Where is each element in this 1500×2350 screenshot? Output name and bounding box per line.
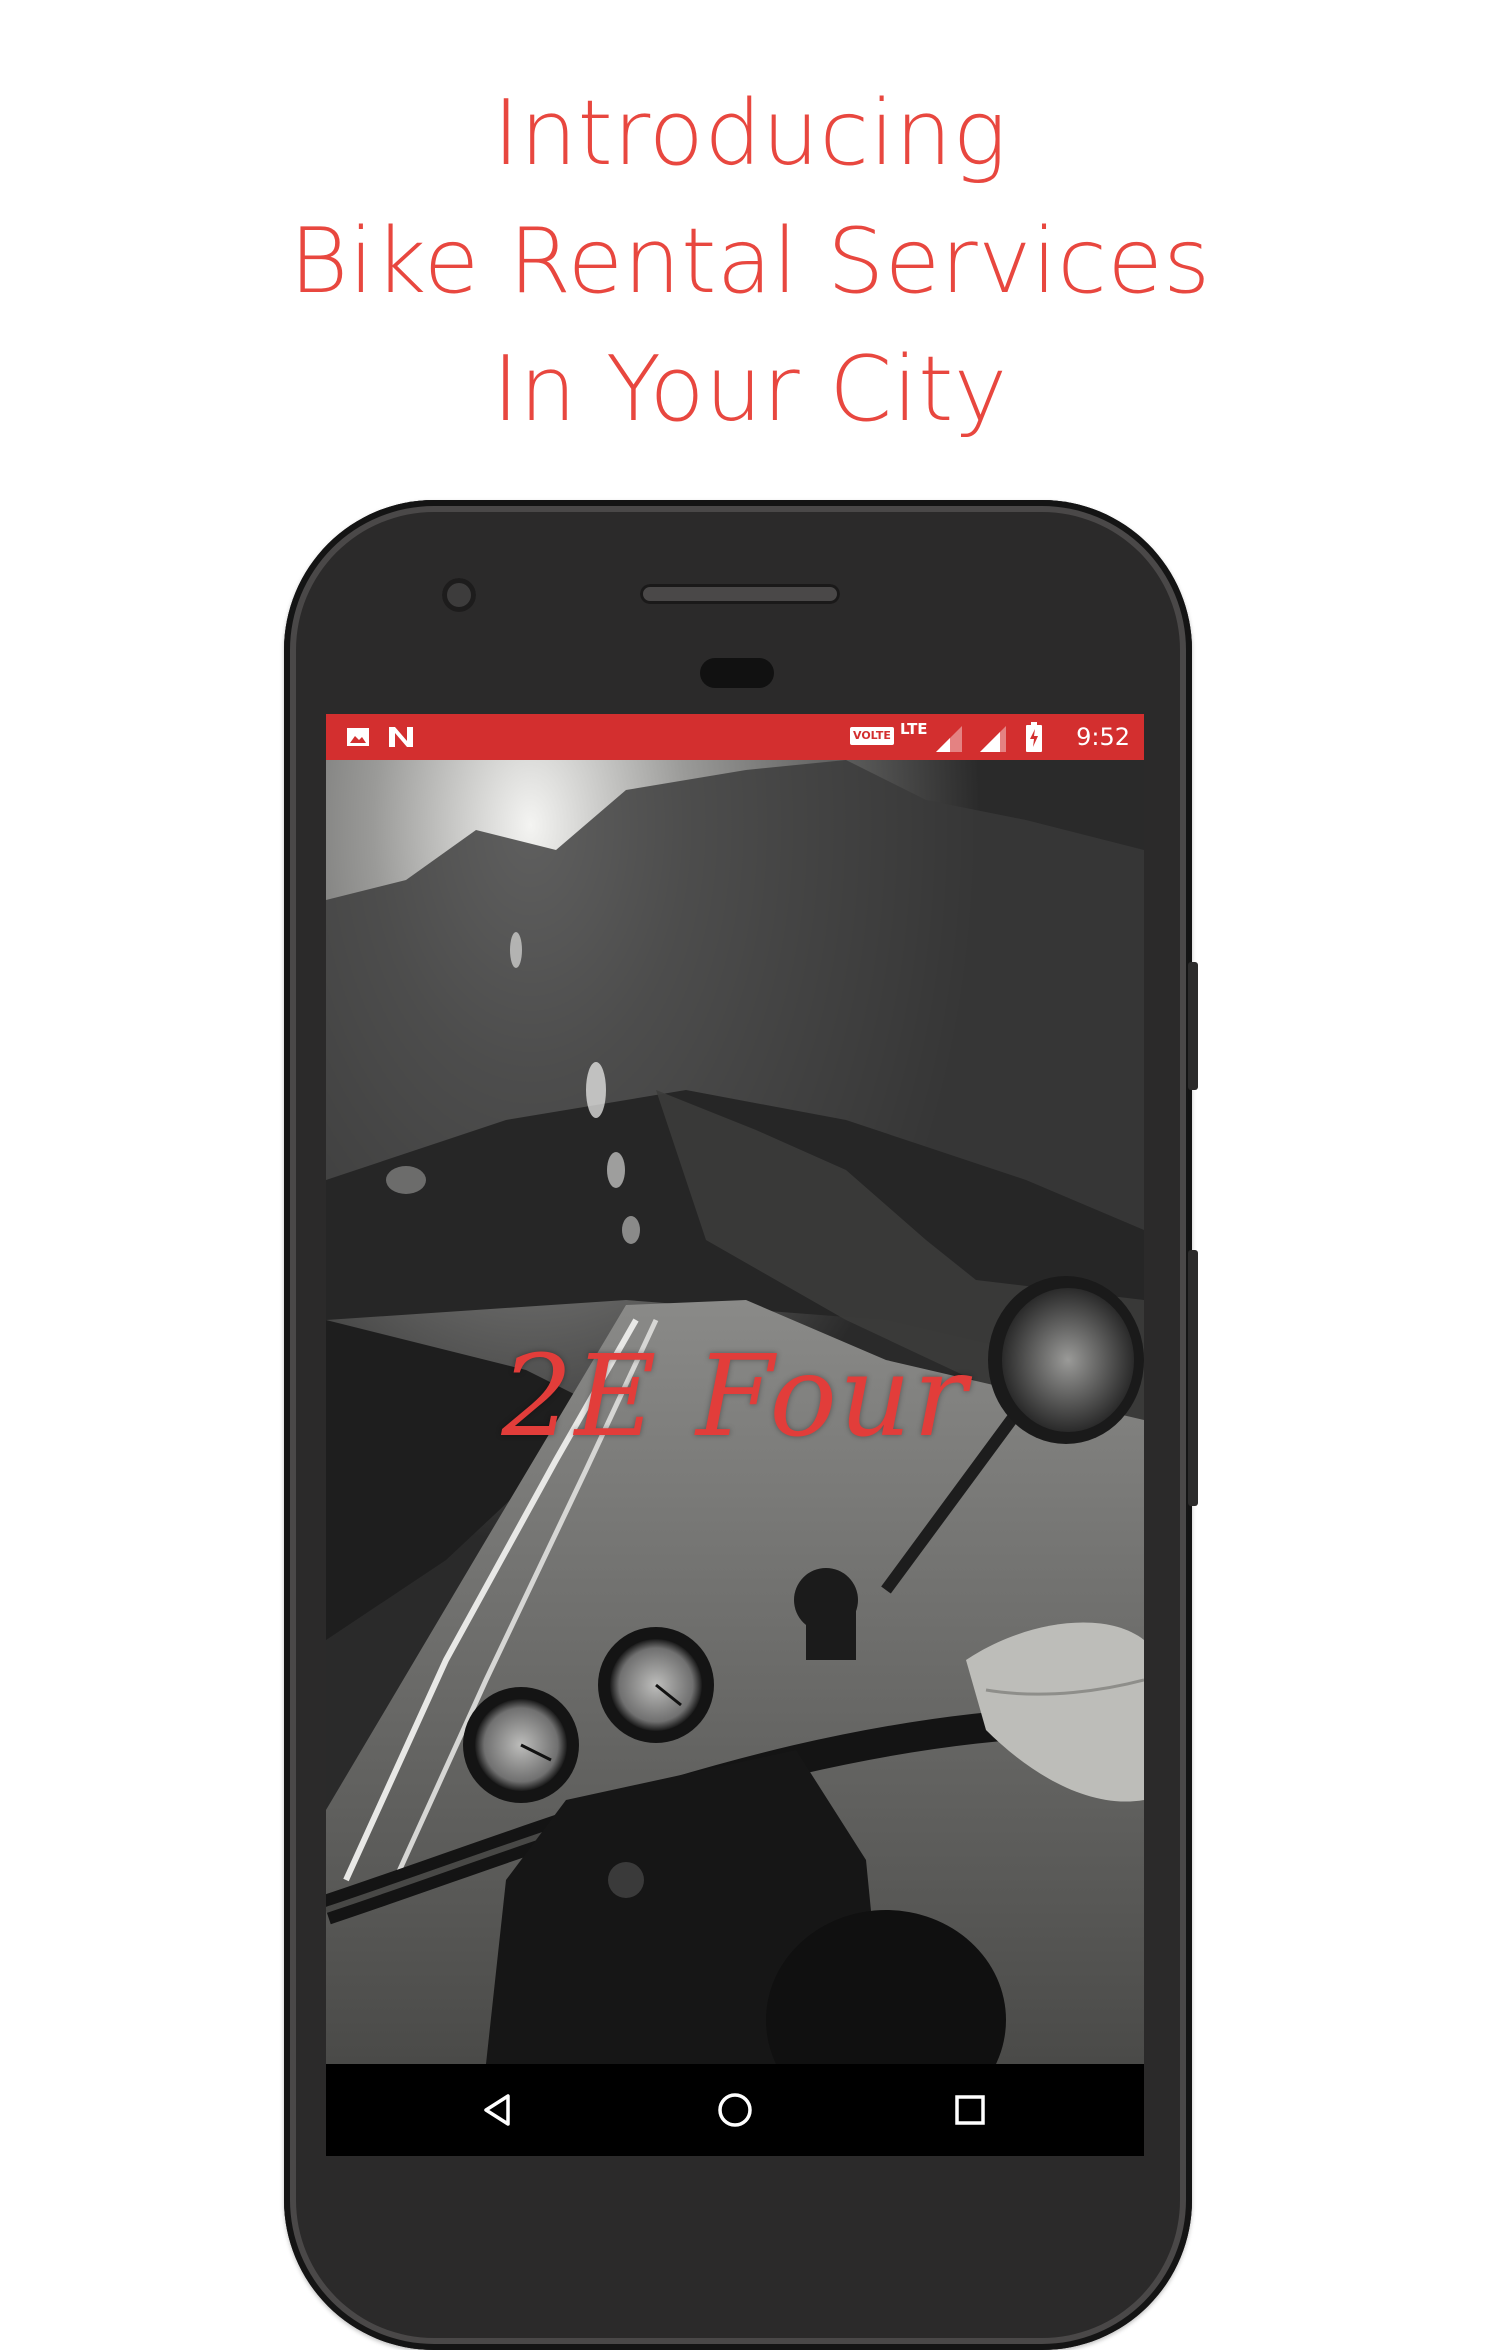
battery-charging-icon [1026,722,1042,752]
lte-label: LTE [900,720,928,738]
image-icon [347,728,369,746]
phone-screen: VOLTE LTE 9:52 2E Four [326,714,1144,2156]
volte-badge: VOLTE [850,727,894,745]
proximity-sensor [700,658,774,688]
front-camera [442,578,476,612]
power-button [1188,1250,1198,1506]
brand-logo-text: 2E Four [501,1332,969,1462]
status-time: 9:52 [1076,723,1130,751]
signal-icon [936,726,962,752]
headline-line-1: Introducing [492,81,1008,186]
n-notification-icon [389,727,413,747]
headline: Introducing Bike Rental Services In Your… [0,70,1500,454]
navigation-bar [326,2064,1144,2156]
headline-line-2: Bike Rental Services [289,209,1211,314]
home-icon[interactable] [715,2090,755,2130]
status-bar: VOLTE LTE 9:52 [326,714,1144,760]
signal-icon [980,726,1006,752]
recents-icon[interactable] [950,2090,990,2130]
earpiece-speaker [640,584,840,604]
back-icon[interactable] [478,2090,518,2130]
volume-button [1188,962,1198,1090]
headline-line-3: In Your City [492,337,1008,442]
